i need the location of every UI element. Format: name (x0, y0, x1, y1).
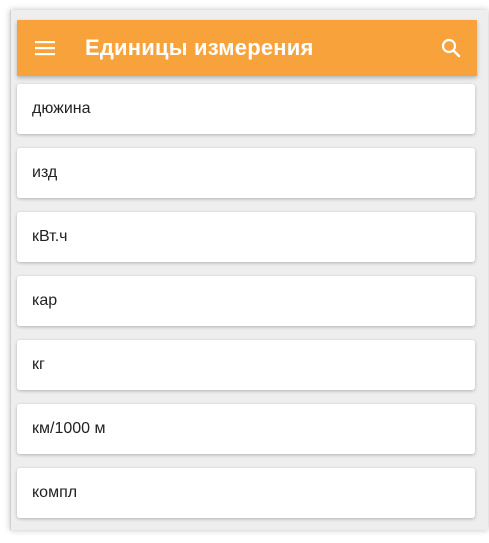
list-item-label: кг (32, 356, 45, 373)
list-item-label: км/1000 м (32, 420, 106, 437)
list-item-label: дюжина (32, 100, 91, 117)
list-item-label: кВт.ч (32, 228, 68, 245)
list-item[interactable]: км/1000 м (17, 404, 475, 454)
search-button[interactable] (435, 32, 467, 64)
list-item[interactable]: изд (17, 148, 475, 198)
page-title: Единицы измерения (85, 35, 314, 60)
units-list: дюжина изд кВт.ч кар кг км/1000 м компл (17, 84, 475, 532)
list-item-label: компл (32, 484, 78, 501)
list-item[interactable]: кВт.ч (17, 212, 475, 262)
search-icon (441, 38, 461, 58)
menu-button[interactable] (17, 20, 73, 76)
list-item[interactable]: компл (17, 468, 475, 518)
app-bar: Единицы измерения (17, 20, 477, 76)
list-item[interactable]: кг (17, 340, 475, 390)
list-item[interactable]: дюжина (17, 84, 475, 134)
list-item[interactable]: кар (17, 276, 475, 326)
list-item-label: кар (32, 292, 58, 309)
hamburger-menu-icon (35, 41, 55, 56)
list-item-label: изд (32, 164, 58, 181)
